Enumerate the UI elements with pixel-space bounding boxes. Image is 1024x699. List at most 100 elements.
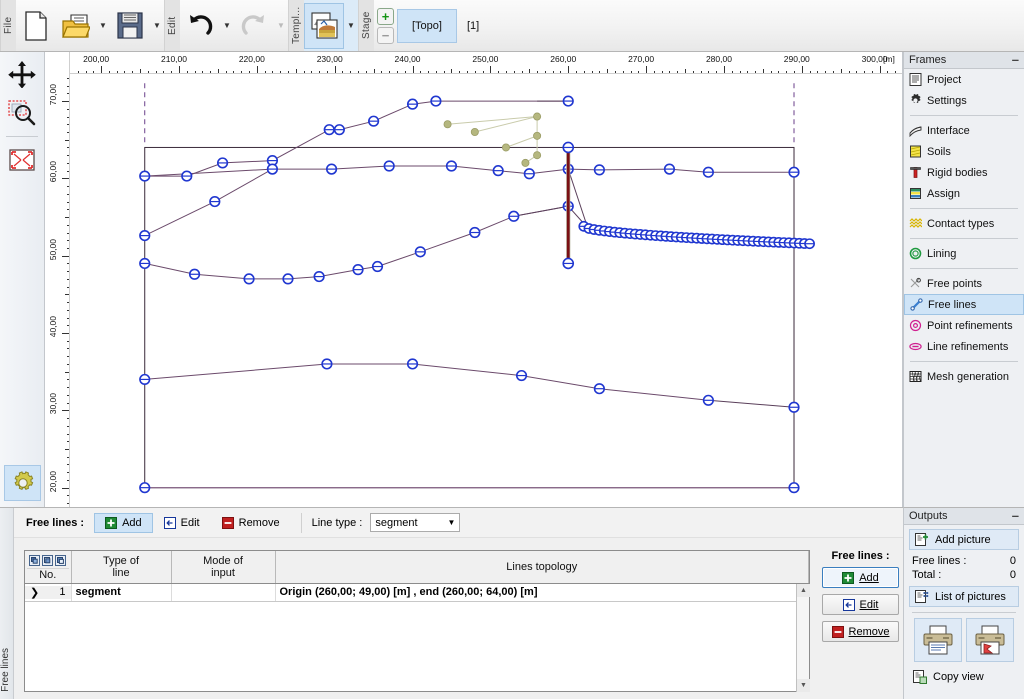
geometry-plot[interactable] <box>70 74 903 507</box>
col-header-topology[interactable]: Lines topology <box>275 551 809 584</box>
undo-button[interactable] <box>180 3 220 49</box>
col-header-mode[interactable]: Mode of input <box>171 551 276 584</box>
zoom-window-tool-button[interactable] <box>3 96 41 130</box>
table-row[interactable]: ❯ 1 segment Origin (260,00; 49,00) [m] , en… <box>25 583 809 602</box>
free-lines-vertical-tab[interactable]: Free lines <box>0 508 14 699</box>
save-button[interactable] <box>110 3 150 49</box>
print-document-button[interactable] <box>914 618 962 662</box>
open-folder-dropdown-arrow[interactable]: ▼ <box>96 3 110 49</box>
open-folder-button[interactable] <box>56 3 96 49</box>
geometry-svg[interactable] <box>70 74 903 507</box>
geometry-node[interactable] <box>515 369 528 382</box>
olive-point[interactable] <box>533 112 542 121</box>
geometry-node[interactable] <box>188 268 201 280</box>
free-lines-remove-button[interactable]: Remove <box>211 513 291 533</box>
geometry-node[interactable] <box>562 257 575 270</box>
table-vertical-scrollbar[interactable]: ▲ ▼ <box>796 584 810 692</box>
geometry-node[interactable] <box>430 95 442 107</box>
view-settings-button[interactable] <box>4 465 41 501</box>
grid-copy-all-icon[interactable] <box>29 554 41 566</box>
sidebar-item-point-refinements[interactable]: Point refinements <box>904 315 1024 336</box>
stage-topo-tab[interactable]: [Topo] <box>397 8 457 43</box>
geometry-node[interactable] <box>523 168 535 180</box>
frames-minimize-button[interactable]: – <box>1012 53 1019 66</box>
geometry-node[interactable] <box>593 164 605 176</box>
geometry-node[interactable] <box>414 246 426 258</box>
geometry-node[interactable] <box>181 170 193 182</box>
side-remove-button[interactable]: Remove <box>822 621 899 642</box>
geometry-node[interactable] <box>804 238 815 250</box>
sidebar-item-line-refinements[interactable]: Line refinements <box>904 336 1024 357</box>
grid-copy-row-icon[interactable] <box>42 554 54 566</box>
drawing-canvas-area[interactable]: 0200,00210,00220,00230,00240,00250,00260… <box>45 52 903 507</box>
free-lines-edit-button[interactable]: Edit <box>153 513 211 533</box>
geometry-node[interactable] <box>788 166 800 178</box>
side-edit-button[interactable]: Edit <box>822 594 899 615</box>
olive-point[interactable] <box>501 143 510 152</box>
pan-tool-button[interactable] <box>3 57 41 91</box>
sidebar-item-free-points[interactable]: Free points <box>904 273 1024 294</box>
geometry-node[interactable] <box>352 264 364 276</box>
geometry-node[interactable] <box>406 98 419 110</box>
row-number-cell[interactable]: ❯ 1 <box>25 583 72 602</box>
geometry-node[interactable] <box>562 141 575 154</box>
scroll-up-arrow[interactable]: ▲ <box>797 584 810 597</box>
col-header-no[interactable]: No. <box>25 551 72 584</box>
geometry-node[interactable] <box>313 270 325 283</box>
olive-point[interactable] <box>533 151 542 160</box>
zoom-fit-tool-button[interactable] <box>3 143 41 177</box>
geometry-node[interactable] <box>492 165 504 177</box>
geometry-node[interactable] <box>321 358 333 370</box>
geometry-node[interactable] <box>266 163 279 175</box>
geometry-node[interactable] <box>383 160 395 172</box>
copy-view-button[interactable]: Copy view <box>909 667 1019 687</box>
sidebar-item-assign[interactable]: Assign <box>904 183 1024 204</box>
olive-point[interactable] <box>443 120 452 129</box>
geometry-node[interactable] <box>406 358 419 370</box>
add-stage-button[interactable]: + <box>377 7 394 25</box>
template-dropdown-arrow[interactable]: ▼ <box>344 3 358 49</box>
geometry-node[interactable] <box>368 115 380 127</box>
grid-paste-icon[interactable] <box>55 554 67 566</box>
grid-toolbar-icons[interactable] <box>27 553 69 566</box>
sidebar-item-lining[interactable]: Lining <box>904 243 1024 264</box>
geometry-node[interactable] <box>209 195 221 208</box>
geometry-node[interactable] <box>788 401 800 413</box>
geometry-node[interactable] <box>282 273 294 285</box>
geometry-node[interactable] <box>139 230 151 242</box>
free-lines-table[interactable]: No. Type of line Mode of input Lines top… <box>24 550 810 692</box>
geometry-node[interactable] <box>702 166 714 178</box>
geometry-node[interactable] <box>508 210 520 222</box>
add-picture-button[interactable]: Add picture <box>909 529 1019 550</box>
col-header-type[interactable]: Type of line <box>71 551 172 584</box>
side-add-button[interactable]: Add <box>822 567 899 588</box>
sidebar-item-interface[interactable]: Interface <box>904 120 1024 141</box>
template-picture-button[interactable] <box>304 2 344 49</box>
outputs-minimize-button[interactable]: – <box>1012 509 1019 522</box>
geometry-node[interactable] <box>139 257 151 270</box>
sidebar-item-mesh-generation[interactable]: Mesh generation <box>904 366 1024 387</box>
geometry-node[interactable] <box>445 160 458 172</box>
geometry-node[interactable] <box>469 226 481 239</box>
row-type-cell[interactable]: segment <box>71 583 172 602</box>
line-type-select[interactable]: segment ▼ <box>370 513 461 532</box>
olive-point[interactable] <box>533 131 542 140</box>
sidebar-item-contact-types[interactable]: Contact types <box>904 213 1024 234</box>
stage-index-tab[interactable]: [1] <box>457 20 489 32</box>
remove-stage-button[interactable]: − <box>377 26 394 44</box>
geometry-node[interactable] <box>663 163 676 175</box>
free-lines-add-button[interactable]: Add <box>94 512 153 533</box>
geometry-node[interactable] <box>702 394 714 406</box>
sidebar-item-soils[interactable]: Soils <box>904 141 1024 162</box>
print-preview-button[interactable] <box>966 618 1014 662</box>
undo-dropdown-arrow[interactable]: ▼ <box>220 3 234 49</box>
geometry-node[interactable] <box>593 383 605 395</box>
geometry-node[interactable] <box>562 95 574 107</box>
geometry-node[interactable] <box>139 373 151 386</box>
scroll-down-arrow[interactable]: ▼ <box>797 679 810 692</box>
list-of-pictures-button[interactable]: List of pictures <box>909 586 1019 607</box>
row-topology-cell[interactable]: Origin (260,00; 49,00) [m] , end (260,00… <box>275 583 809 602</box>
geometry-node[interactable] <box>371 260 384 273</box>
sidebar-item-settings[interactable]: Settings <box>904 90 1024 111</box>
sidebar-item-rigid-bodies[interactable]: Rigid bodies <box>904 162 1024 183</box>
